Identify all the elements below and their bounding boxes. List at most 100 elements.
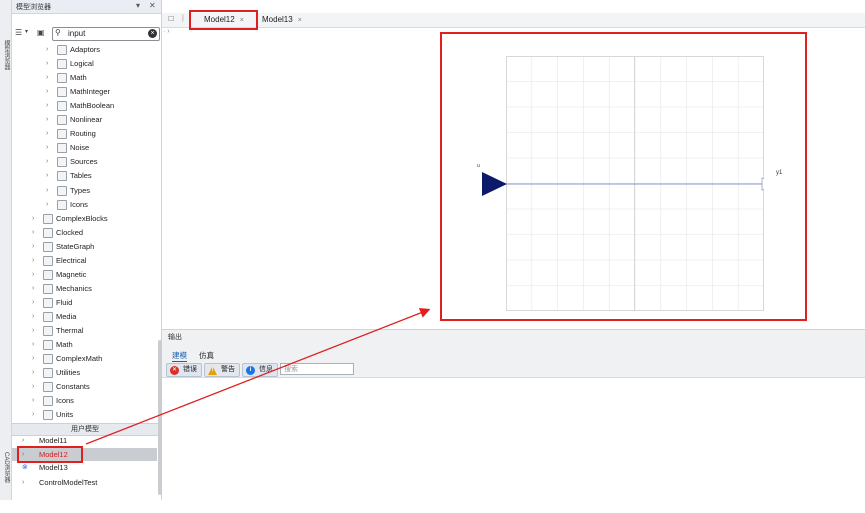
tree-item-label: Icons — [70, 199, 88, 209]
clear-search-icon[interactable]: × — [148, 29, 157, 38]
tree-item[interactable]: › Constants — [32, 380, 157, 393]
chevron-right-icon[interactable]: › — [32, 366, 34, 379]
chevron-right-icon[interactable]: › — [32, 254, 34, 267]
chevron-right-icon[interactable]: › — [46, 127, 48, 140]
chevron-right-icon[interactable]: › — [32, 240, 34, 253]
chevron-right-icon[interactable]: › — [32, 352, 34, 365]
tab-list-icon[interactable]: ☐ — [168, 15, 174, 23]
chevron-right-icon[interactable]: › — [32, 226, 34, 239]
tree-item[interactable]: › Magnetic — [32, 268, 157, 281]
tree-item-label: Mechanics — [56, 283, 92, 293]
tree-item-label: Icons — [56, 396, 74, 406]
tree-item-label: StateGraph — [56, 241, 95, 251]
package-icon — [57, 45, 67, 55]
tree-item[interactable]: › Mechanics — [32, 282, 157, 295]
tree-item[interactable]: › Nonlinear — [46, 113, 157, 126]
chevron-right-icon[interactable]: › — [32, 268, 34, 281]
tree-item-label: Math — [56, 340, 73, 350]
chevron-right-icon[interactable]: › — [32, 282, 34, 295]
tree-item-label: ComplexMath — [56, 354, 103, 364]
chevron-down-icon[interactable]: ▾ — [136, 1, 140, 10]
tree-item[interactable]: › Adaptors — [46, 43, 157, 56]
tree-item[interactable]: › Math — [46, 71, 157, 84]
close-icon[interactable]: × — [298, 17, 302, 24]
tree-item[interactable]: › Noise — [46, 141, 157, 154]
tree-item[interactable]: › Sources — [46, 155, 157, 168]
list-view-icon[interactable]: ☰ — [15, 28, 22, 37]
filter-warnings-button[interactable]: ! 警告 — [204, 363, 240, 377]
package-icon — [43, 241, 53, 252]
user-model-item[interactable]: › ControlModelTest — [12, 476, 157, 489]
package-icon — [57, 101, 67, 112]
tree-item[interactable]: › Routing — [46, 127, 157, 140]
search-icon: ⚲ — [55, 28, 61, 37]
chevron-right-icon[interactable]: › — [32, 296, 34, 309]
chevron-right-icon[interactable]: › — [32, 338, 34, 351]
tree-item[interactable]: › Icons — [32, 394, 157, 407]
tree-item[interactable]: › Electrical — [32, 254, 157, 267]
package-icon — [57, 171, 67, 182]
filter-errors-button[interactable]: ✕ 错误 — [166, 363, 202, 377]
dropdown-arrow-icon[interactable]: ▾ — [25, 28, 28, 35]
tree-item[interactable]: › Math — [32, 338, 157, 351]
output-search-input[interactable]: 搜索 — [280, 363, 354, 375]
chevron-right-icon[interactable]: › — [32, 310, 34, 323]
search-input[interactable]: ⚲ input × — [52, 27, 160, 41]
tab-modeling[interactable]: 建模 — [172, 350, 187, 362]
tree-item-label: Math — [70, 73, 87, 83]
filter-info-button[interactable]: i 信息 — [242, 363, 278, 377]
tree-item[interactable]: › Logical — [46, 57, 157, 70]
tree-item[interactable]: › StateGraph — [32, 240, 157, 253]
tree-item[interactable]: › Tables — [46, 169, 157, 182]
chevron-right-icon[interactable]: › — [46, 43, 48, 56]
package-icon — [57, 59, 67, 70]
tree-item-label: MathBoolean — [70, 101, 115, 111]
package-icon — [43, 311, 53, 322]
tree-item[interactable]: › Types — [46, 184, 157, 197]
tree-item[interactable]: › ComplexMath — [32, 352, 157, 365]
chevron-right-icon[interactable]: › — [46, 113, 48, 126]
info-icon: i — [246, 366, 255, 375]
package-icon — [43, 255, 53, 266]
close-icon[interactable]: ✕ — [149, 1, 156, 10]
chevron-right-icon[interactable]: › — [32, 408, 34, 421]
chevron-right-icon[interactable]: › — [46, 198, 48, 211]
user-model-label: ControlModelTest — [39, 478, 98, 487]
tab-model13[interactable]: Model13 × — [262, 13, 302, 27]
side-tab-model-browser[interactable]: 模型浏览器 — [1, 30, 10, 80]
chevron-right-icon[interactable]: › — [46, 184, 48, 197]
chevron-right-icon[interactable]: › — [46, 85, 48, 98]
tree-item[interactable]: › Units — [32, 408, 157, 421]
chevron-right-icon[interactable]: › — [32, 324, 34, 337]
tree-item[interactable]: › Thermal — [32, 324, 157, 337]
chevron-right-icon[interactable]: › — [46, 57, 48, 70]
tree-item[interactable]: › Utilities — [32, 366, 157, 379]
chevron-right-icon[interactable]: › — [46, 169, 48, 182]
chevron-right-icon[interactable]: › — [22, 476, 24, 489]
side-tab-cad-browser[interactable]: CAD浏览器 — [1, 440, 10, 495]
tree-item[interactable]: › Media — [32, 310, 157, 323]
highlight-box-diagram — [440, 32, 807, 321]
chevron-right-icon[interactable]: › — [32, 212, 34, 225]
tree-item[interactable]: › MathBoolean — [46, 99, 157, 112]
chevron-right-icon[interactable]: › — [46, 141, 48, 154]
tab-simulation[interactable]: 仿真 — [199, 350, 214, 361]
breadcrumb[interactable]: · › — [163, 28, 170, 35]
tree-item-label: Adaptors — [70, 45, 101, 54]
tree-item[interactable]: › Clocked — [32, 226, 157, 239]
chevron-right-icon[interactable]: › — [32, 380, 34, 393]
tree-item[interactable]: › MathInteger — [46, 85, 157, 98]
chevron-right-icon[interactable]: › — [32, 394, 34, 407]
search-placeholder: 搜索 — [284, 366, 298, 373]
tree-item[interactable]: › Fluid — [32, 296, 157, 309]
tree-item[interactable]: › Icons — [46, 198, 157, 211]
output-message-list[interactable] — [162, 377, 865, 502]
chevron-right-icon[interactable]: › — [46, 99, 48, 112]
chevron-right-icon[interactable]: › — [46, 71, 48, 84]
package-icon — [57, 73, 67, 84]
tree-item[interactable]: › ComplexBlocks — [32, 212, 157, 225]
tree-item-label: Nonlinear — [70, 115, 103, 125]
chevron-right-icon[interactable]: › — [46, 155, 48, 168]
filter-icon[interactable]: ▣ — [37, 28, 45, 37]
package-icon — [57, 143, 67, 154]
